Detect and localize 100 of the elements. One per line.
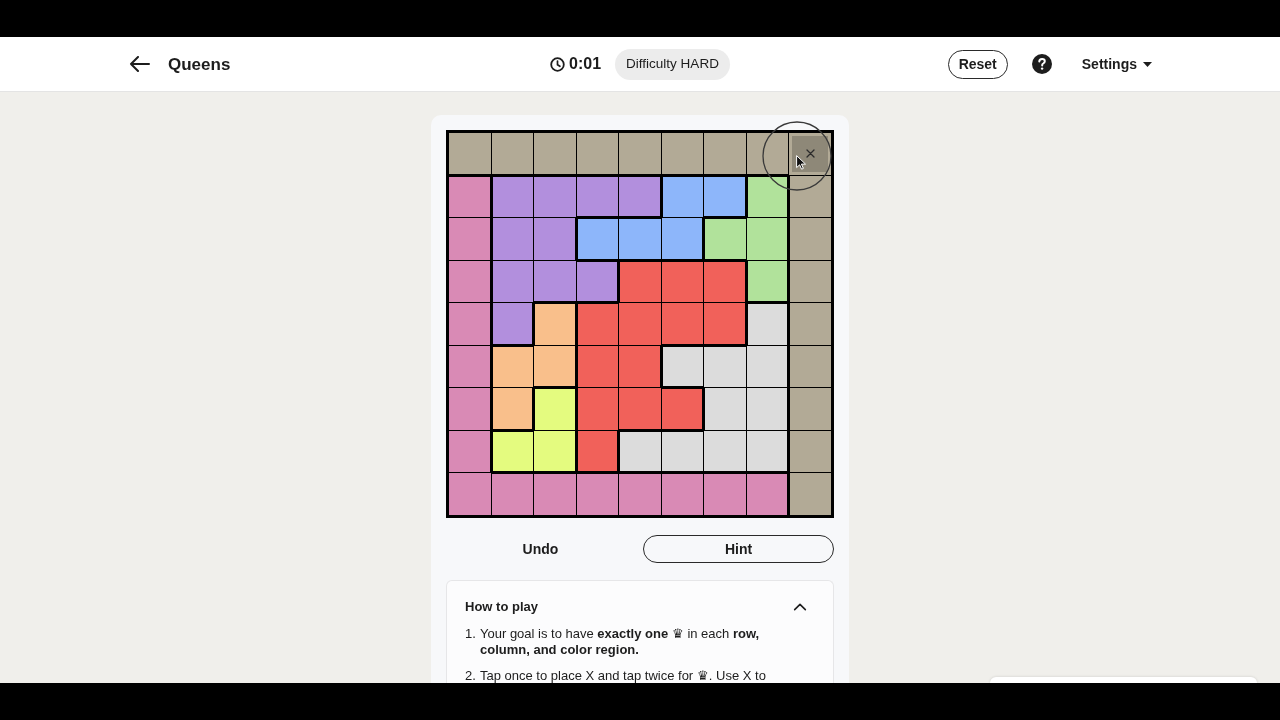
board-cell[interactable] [491,133,534,175]
timer-text: 0:01 [569,54,602,74]
board-cell[interactable] [661,345,704,388]
board-cell[interactable] [704,345,746,388]
board-cell[interactable] [789,303,831,345]
board-cell[interactable] [491,388,534,430]
board-cell[interactable] [746,473,789,515]
board-cell[interactable] [661,260,704,303]
board-cell[interactable] [449,345,491,388]
caret-down-icon [1143,61,1152,67]
board-cell[interactable] [534,175,576,218]
board-cell[interactable] [746,430,789,473]
board-cell[interactable] [789,388,831,430]
board-cell[interactable] [746,260,789,303]
board-cell[interactable] [789,260,831,303]
board-cell[interactable] [661,430,704,473]
board-cell[interactable] [661,388,704,430]
board-cell[interactable] [534,473,576,515]
board-cell[interactable] [746,345,789,388]
board-cell[interactable] [534,218,576,260]
board-cell[interactable] [619,303,661,345]
board-cell[interactable] [491,345,534,388]
board-cell[interactable] [704,430,746,473]
hover-highlight [792,136,828,172]
board-cell[interactable] [661,133,704,175]
board-cell[interactable] [449,133,491,175]
tap-indicator-icon [762,121,833,191]
board-cell[interactable] [746,218,789,260]
board-cell[interactable] [619,388,661,430]
board-cell[interactable] [449,260,491,303]
cursor-icon [796,155,807,170]
board-cell[interactable] [576,345,619,388]
x-mark-icon [805,149,815,159]
board-cell[interactable] [576,218,619,260]
board-cell[interactable] [534,388,576,430]
board-cell[interactable] [619,260,661,303]
board-cell[interactable] [491,260,534,303]
board-cell[interactable] [789,175,831,218]
board-cell[interactable] [746,133,789,175]
clock-icon [550,56,566,72]
board-cell[interactable] [449,218,491,260]
board-cell[interactable] [619,430,661,473]
board-cell[interactable] [491,175,534,218]
board-cell[interactable] [576,388,619,430]
board-cell[interactable] [534,260,576,303]
step-number: 2. [465,668,477,683]
board-cell[interactable] [576,175,619,218]
board-cell[interactable] [746,303,789,345]
board-cell[interactable] [704,133,746,175]
step-text: Your goal is to have exactly one ♛ in each row, column, and color region. [480,626,761,658]
board-cell[interactable] [661,473,704,515]
board-cell[interactable] [619,218,661,260]
board-cell[interactable] [576,473,619,515]
board-cell[interactable] [789,345,831,388]
chevron-icon[interactable] [793,603,807,611]
board-cell[interactable] [746,388,789,430]
board-cell[interactable] [619,345,661,388]
settings-menu[interactable]: Settings [1081,49,1152,79]
step-number: 1. [465,626,477,643]
board-cell[interactable] [576,430,619,473]
board-cell[interactable] [491,473,534,515]
undo-button[interactable]: Undo [446,535,635,563]
board-cell[interactable] [704,388,746,430]
board-cell[interactable] [491,430,534,473]
board-cell[interactable] [449,175,491,218]
board-cell[interactable] [704,473,746,515]
board-cell[interactable] [449,303,491,345]
page-title: Queens [168,55,231,73]
board-cell[interactable] [661,175,704,218]
step-text: Tap once to place X and tap twice for ♛. Use X to [480,668,766,683]
board-cell[interactable] [534,133,576,175]
board-cell[interactable] [576,260,619,303]
board-cell[interactable] [534,303,576,345]
board-cell[interactable] [491,218,534,260]
board-cell[interactable] [534,430,576,473]
board-cell[interactable] [449,473,491,515]
board-cell[interactable] [491,303,534,345]
board-cell[interactable] [704,175,746,218]
arrow-left-icon [128,56,150,72]
board-cell[interactable] [576,133,619,175]
board-cell[interactable] [789,473,831,515]
board-cell[interactable] [449,430,491,473]
board-cell[interactable] [576,303,619,345]
help-icon [1031,54,1052,74]
board-cell[interactable] [704,218,746,260]
board-cell[interactable] [619,175,661,218]
board-cell[interactable] [619,473,661,515]
difficulty-pill: Difficulty HARD [615,48,730,80]
help-button[interactable] [1031,54,1052,74]
board-cell[interactable] [661,218,704,260]
board-cell[interactable] [661,303,704,345]
back-button[interactable] [128,53,150,75]
board-cell[interactable] [789,218,831,260]
board-cell[interactable] [449,388,491,430]
board-cell[interactable] [746,175,789,218]
board-cell[interactable] [534,345,576,388]
board-cell[interactable] [704,260,746,303]
board-cell[interactable] [789,430,831,473]
board-cell[interactable] [619,133,661,175]
board-cell[interactable] [704,303,746,345]
